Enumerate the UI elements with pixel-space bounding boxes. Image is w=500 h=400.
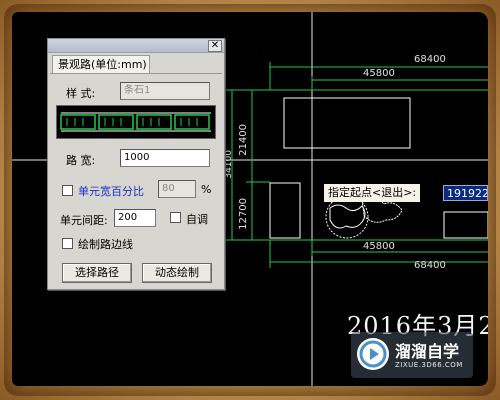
building-rect-top: [283, 97, 411, 149]
select-path-button[interactable]: 选择路径: [62, 263, 132, 283]
dim-label-top-inner: 45800: [363, 68, 395, 79]
watermark-title: 溜溜自学: [395, 342, 460, 361]
style-preview: [56, 105, 216, 139]
parchment-frame: 68400 45800 45800 68400 21400 12700 3410…: [0, 0, 500, 400]
tree-symbol-inner: [329, 204, 366, 229]
dim-label-bottom-outer: 68400: [414, 260, 446, 271]
dialog-titlebar[interactable]: ✕: [48, 39, 224, 53]
draw-edge-checkbox[interactable]: [62, 238, 73, 249]
style-field[interactable]: 条石1: [120, 82, 210, 100]
tab-landscape-road[interactable]: 景观路(单位:mm): [52, 55, 150, 73]
watermark-logo: 溜溜自学 ZIXUE.3D66.COM: [351, 332, 473, 378]
dim-label-left-lower: 12700: [238, 198, 249, 230]
command-prompt: 指定起点<退出>:: [324, 184, 421, 202]
road-settings-dialog: ✕ 景观路(单位:mm) 样 式: 条石1 路 宽: 1000 单元宽百分比 8…: [47, 38, 225, 290]
percent-field[interactable]: 80: [158, 180, 196, 198]
spacing-field[interactable]: 200: [114, 209, 156, 227]
auto-adjust-label: 自调: [186, 213, 208, 226]
tree-symbol: [325, 195, 369, 239]
tab-divider: [50, 73, 222, 74]
dim-label-left-upper: 21400: [238, 124, 249, 156]
dim-label-top-outer: 68400: [414, 54, 446, 65]
watermark-url: ZIXUE.3D66.COM: [395, 361, 463, 369]
auto-adjust-checkbox[interactable]: [170, 212, 181, 223]
draw-edge-label: 绘制路边线: [78, 238, 133, 251]
dynamic-draw-button[interactable]: 动态绘制: [142, 263, 212, 283]
close-icon[interactable]: ✕: [208, 40, 222, 52]
spacing-label: 单元间距:: [60, 214, 108, 227]
cad-drawing-area[interactable]: 68400 45800 45800 68400 21400 12700 3410…: [12, 12, 488, 386]
percent-unit: %: [201, 183, 212, 196]
style-label: 样 式:: [66, 87, 96, 100]
width-field[interactable]: 1000: [120, 149, 210, 167]
percent-checkbox-label: 单元宽百分比: [78, 185, 144, 198]
coordinate-input[interactable]: 191922: [443, 185, 488, 201]
dim-label-bottom-inner: 45800: [363, 241, 395, 252]
percent-checkbox[interactable]: [62, 185, 73, 196]
building-rect-left: [269, 182, 301, 239]
play-icon: [357, 338, 389, 370]
building-rect-right: [443, 211, 488, 239]
width-label: 路 宽:: [66, 154, 96, 167]
dim-label-left-partial: 34100: [224, 150, 234, 179]
